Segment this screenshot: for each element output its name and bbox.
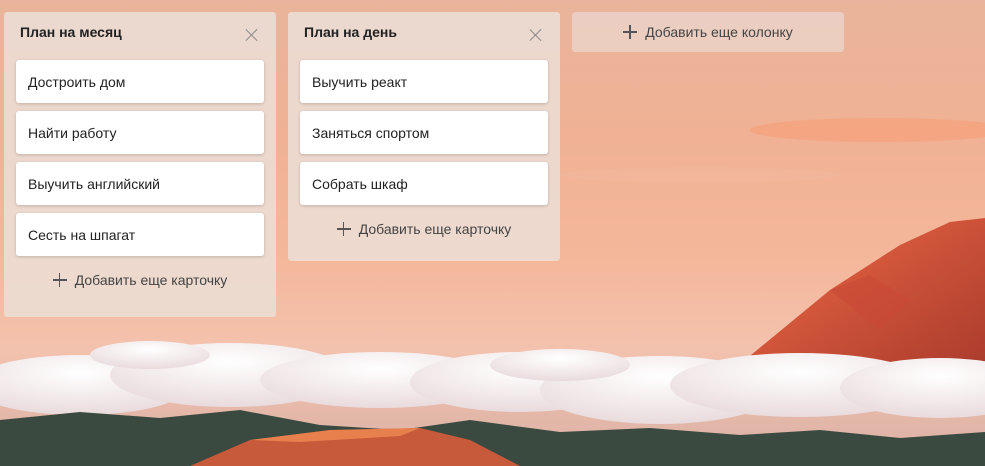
card[interactable]: Собрать шкаф [300, 162, 548, 205]
add-card-button[interactable]: Добавить еще карточку [300, 209, 548, 249]
card[interactable]: Сесть на шпагат [16, 213, 264, 256]
card-list: Достроить дом Найти работу Выучить англи… [16, 60, 264, 256]
add-column-label: Добавить еще колонку [645, 24, 793, 40]
column-month-plan: План на месяц Достроить дом Найти работу… [4, 12, 276, 317]
add-card-label: Добавить еще карточку [358, 221, 512, 237]
column-header: План на месяц [16, 12, 264, 52]
card[interactable]: Выучить реакт [300, 60, 548, 103]
add-column-button[interactable]: Добавить еще колонку [572, 12, 844, 52]
card[interactable]: Выучить английский [16, 162, 264, 205]
column-day-plan: План на день Выучить реакт Заняться спор… [288, 12, 560, 261]
card[interactable]: Заняться спортом [300, 111, 548, 154]
card[interactable]: Найти работу [16, 111, 264, 154]
column-header: План на день [300, 12, 548, 52]
plus-icon [336, 222, 351, 236]
plus-icon [52, 273, 67, 287]
add-card-label: Добавить еще карточку [74, 272, 228, 288]
column-title: План на день [304, 24, 397, 40]
add-card-button[interactable]: Добавить еще карточку [16, 260, 264, 300]
plus-icon [623, 25, 638, 39]
close-icon[interactable] [244, 27, 260, 43]
column-title: План на месяц [20, 24, 122, 40]
close-icon[interactable] [528, 27, 544, 43]
card-list: Выучить реакт Заняться спортом Собрать ш… [300, 60, 548, 205]
card[interactable]: Достроить дом [16, 60, 264, 103]
